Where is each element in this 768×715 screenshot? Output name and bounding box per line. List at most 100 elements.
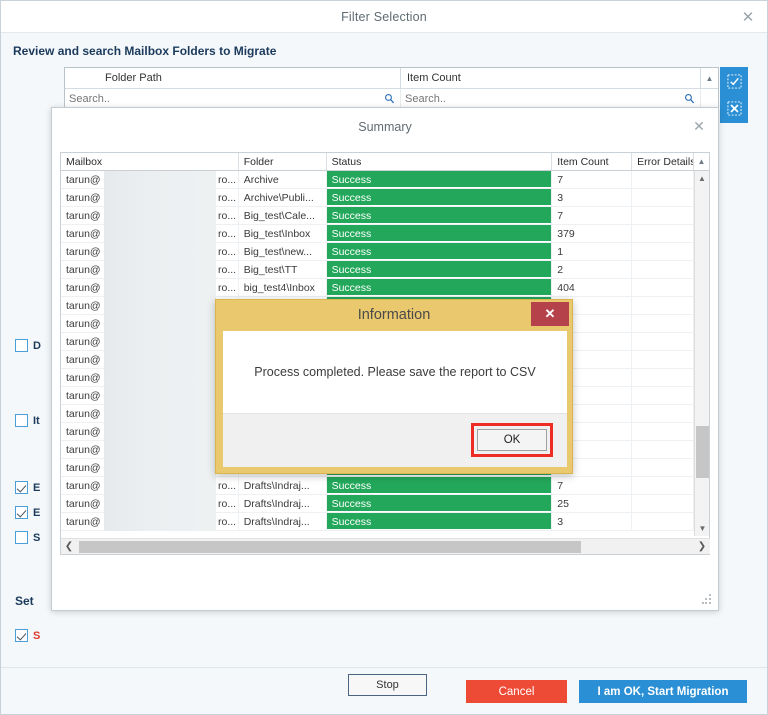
cell-status: Success (326, 171, 553, 189)
option-row-note[interactable]: S (15, 629, 40, 642)
cell-error-details (632, 279, 695, 297)
table-row[interactable]: tarun@ ro... Drafts\Indraj... Success 7 (61, 477, 709, 495)
cell-mailbox-text: tarun@ (66, 354, 101, 366)
column-header-folder-path[interactable]: Folder Path (65, 68, 401, 89)
ok-button[interactable]: OK (477, 429, 547, 451)
table-row[interactable]: tarun@ ro... Archive\Publi... Success 3 (61, 189, 709, 207)
table-row[interactable]: tarun@ ro... Big_test\new... Success 1 (61, 243, 709, 261)
table-row[interactable]: tarun@ ro... Big_test\TT Success 2 (61, 261, 709, 279)
scroll-right-icon[interactable]: ❯ (694, 541, 710, 552)
search-input-folder-path[interactable] (65, 93, 400, 105)
vertical-scrollbar[interactable]: ▲ ▼ (694, 171, 709, 536)
checkbox-option-4[interactable] (15, 531, 28, 544)
cell-mailbox: tarun@ ro... (61, 279, 239, 297)
cell-mailbox-text: tarun@ (66, 408, 101, 420)
red-note-label: S (33, 629, 41, 642)
cell-folder: Archive (239, 171, 327, 189)
cancel-button[interactable]: Cancel (466, 680, 567, 703)
table-row[interactable]: tarun@ ro... big_test4\Inbox Success 404 (61, 279, 709, 297)
cell-item-count: 3 (552, 189, 633, 207)
status-badge: Success (326, 477, 551, 494)
cell-error-details (632, 441, 695, 459)
column-header-item-count[interactable]: Item Count (552, 153, 633, 170)
table-row[interactable]: tarun@ ro... Drafts\Indraj... Success 25 (61, 495, 709, 513)
redacted-region (104, 513, 216, 531)
option-label-2: E (33, 481, 41, 494)
table-row[interactable]: tarun@ ro... Drafts\Indraj... Success 3 (61, 513, 709, 531)
cell-error-details (632, 297, 695, 315)
redacted-region (104, 261, 216, 279)
cell-error-details (632, 315, 695, 333)
cell-error-details (632, 189, 695, 207)
cell-mailbox-text: tarun@ (66, 264, 101, 276)
cell-mailbox-text: tarun@ (66, 516, 101, 528)
column-header-error-details[interactable]: Error Details (632, 153, 695, 170)
cell-status: Success (326, 279, 553, 297)
cell-error-details (632, 423, 695, 441)
cell-error-details (632, 459, 695, 477)
cell-mailbox-text: tarun@ (66, 282, 101, 294)
option-row-4[interactable]: S (15, 531, 40, 544)
cell-item-count: 2 (552, 261, 633, 279)
cell-error-details (632, 495, 695, 513)
scroll-down-icon[interactable]: ▼ (695, 521, 710, 536)
redacted-region (104, 333, 216, 351)
information-title: Information (357, 307, 431, 323)
table-row[interactable]: tarun@ ro... Archive Success 7 (61, 171, 709, 189)
cell-item-count: 7 (552, 477, 633, 495)
deselect-all-button[interactable] (721, 95, 747, 122)
cell-folder: Drafts\Indraj... (239, 477, 327, 495)
cell-status: Success (326, 477, 553, 495)
sort-ascending-icon[interactable]: ▲ (694, 153, 709, 170)
select-all-button[interactable] (721, 68, 747, 95)
option-row-0[interactable]: D (15, 339, 41, 352)
cell-mailbox-text: tarun@ (66, 498, 101, 510)
sort-ascending-icon[interactable]: ▲ (701, 68, 718, 89)
option-row-2[interactable]: E (15, 481, 40, 494)
scroll-up-icon[interactable]: ▲ (695, 171, 709, 186)
cell-mailbox: tarun@ro... (61, 441, 239, 459)
folder-path-header: Folder Path Item Count ▲ (65, 68, 718, 89)
status-badge: Success (326, 207, 551, 224)
cell-folder: Big_test\Inbox (239, 225, 327, 243)
cell-status: Success (326, 513, 553, 531)
cell-mailbox-suffix: ro... (218, 282, 237, 294)
cell-folder: Big_test\new... (239, 243, 327, 261)
cell-folder: Big_test\Cale... (239, 207, 327, 225)
status-badge: Success (326, 243, 551, 260)
scroll-left-icon[interactable]: ❮ (61, 541, 77, 552)
column-header-status[interactable]: Status (327, 153, 553, 170)
close-icon[interactable]: ✕ (691, 118, 707, 134)
cell-mailbox: tarun@ro... (61, 405, 239, 423)
checkbox-option-1[interactable] (15, 414, 28, 427)
scrollbar-thumb[interactable] (696, 426, 709, 478)
cell-mailbox-suffix: ro... (218, 210, 237, 222)
checkbox-option-0[interactable] (15, 339, 28, 352)
option-row-1[interactable]: It (15, 414, 40, 427)
resize-grip-icon[interactable] (702, 594, 712, 604)
column-header-folder[interactable]: Folder (239, 153, 327, 170)
hscroll-track[interactable] (77, 540, 694, 554)
table-row[interactable]: tarun@ ro... Big_test\Cale... Success 7 (61, 207, 709, 225)
search-input-item-count[interactable] (401, 93, 700, 105)
cell-mailbox: tarun@ro... (61, 225, 239, 243)
column-header-item-count[interactable]: Item Count (401, 68, 701, 89)
start-migration-button[interactable]: I am OK, Start Migration (579, 680, 747, 703)
cell-error-details (632, 171, 695, 189)
hscrollbar-thumb[interactable] (79, 540, 581, 553)
horizontal-scrollbar[interactable]: ❮ ❯ (61, 538, 710, 554)
checkbox-option-2[interactable] (15, 481, 28, 494)
information-message: Process completed. Please save the repor… (254, 365, 536, 379)
table-row[interactable]: tarun@ ro... Big_test\Inbox Success 379 (61, 225, 709, 243)
close-icon[interactable]: ✕ (739, 8, 757, 26)
option-row-3[interactable]: E (15, 506, 40, 519)
checkbox-option-note[interactable] (15, 629, 28, 642)
redacted-region (104, 351, 216, 369)
column-header-mailbox[interactable]: Mailbox (61, 153, 239, 170)
stop-button[interactable]: Stop (348, 674, 427, 696)
cell-mailbox-text: tarun@ (66, 372, 101, 384)
page-title: Review and search Mailbox Folders to Mig… (13, 44, 277, 58)
close-icon[interactable]: ✕ (531, 302, 569, 326)
cell-mailbox: tarun@ro... (61, 171, 239, 189)
checkbox-option-3[interactable] (15, 506, 28, 519)
